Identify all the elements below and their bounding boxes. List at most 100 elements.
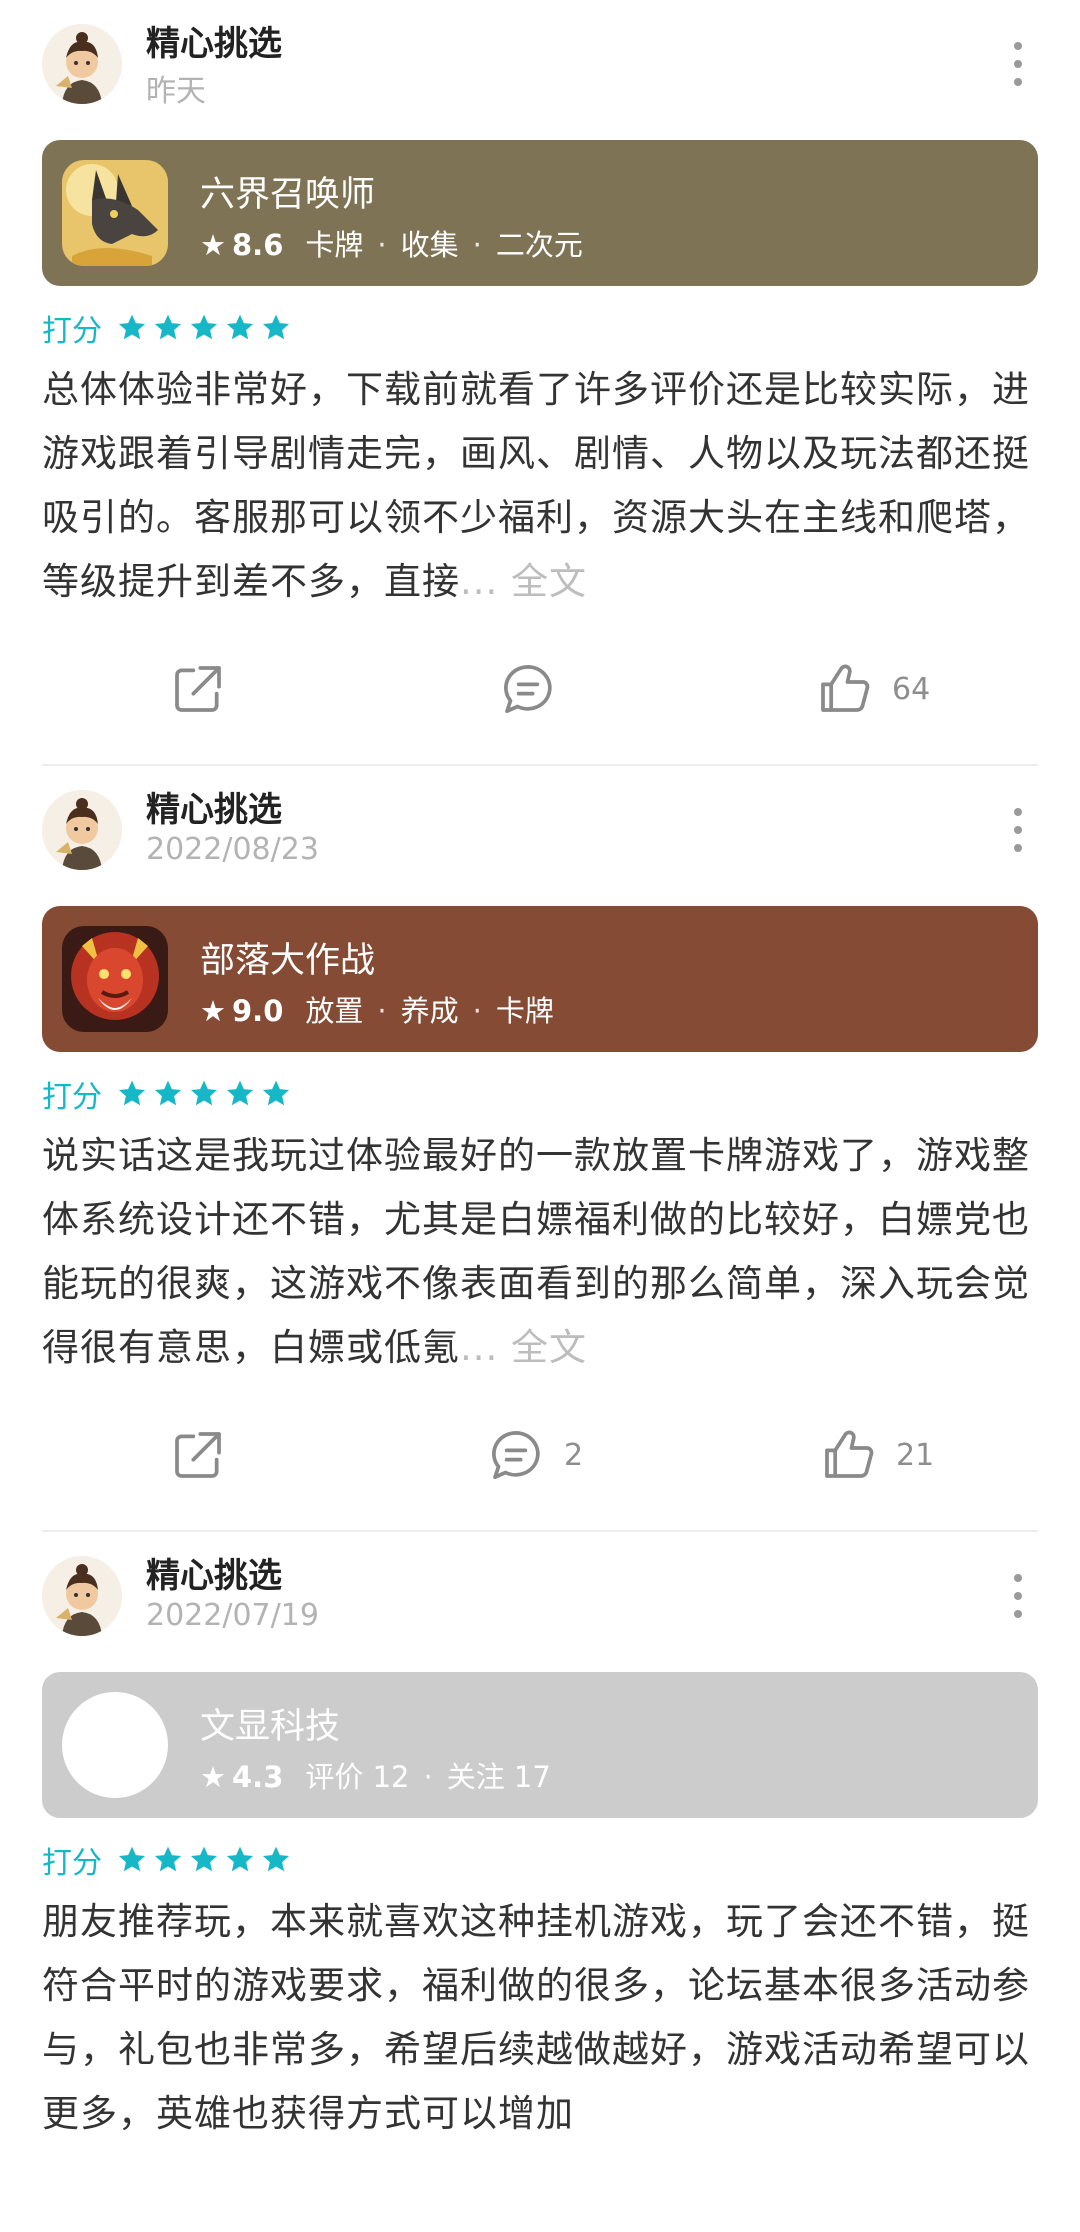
star-icon — [118, 1846, 146, 1872]
star-icon — [226, 1080, 254, 1106]
review-count: 评价 12 — [305, 1760, 410, 1794]
dot — [1014, 78, 1022, 86]
game-tag: 养成 — [400, 994, 459, 1028]
avatar[interactable] — [42, 1556, 122, 1636]
star-icon: ★ — [200, 1760, 226, 1794]
comment-button[interactable]: 2 — [488, 1426, 583, 1484]
comment-icon — [492, 1430, 540, 1480]
dot — [1014, 1574, 1022, 1582]
star-icon: ★ — [200, 994, 226, 1028]
thumbs-up-icon — [821, 664, 870, 712]
game-score: 9.0 — [232, 994, 284, 1028]
game-meta: ★ 9.0 放置 · 养成 · 卡牌 — [200, 988, 554, 1030]
post-date: 2022/07/19 — [146, 1598, 319, 1633]
star-icon: ★ — [200, 228, 226, 262]
review-content[interactable]: 总体体验非常好，下载前就看了许多评价还是比较实际，进游戏跟着引导剧情走完，画风、… — [42, 358, 1038, 614]
rating-label: 打分 — [42, 314, 102, 349]
dot — [1014, 808, 1022, 816]
star-icon — [118, 1080, 146, 1106]
post-date: 2022/08/23 — [146, 832, 319, 867]
game-meta: ★ 8.6 卡牌 · 收集 · 二次元 — [200, 222, 583, 264]
more-options-button[interactable] — [1012, 1574, 1024, 1618]
developer-score: 4.3 — [232, 1760, 284, 1794]
review-text: 朋友推荐玩，本来就喜欢这种挂机游戏，玩了会还不错，挺符合平时的游戏要求，福利做的… — [42, 1900, 1030, 2135]
more-options-button[interactable] — [1012, 808, 1024, 852]
review-feed: 精心挑选 昨天 六界召唤师 ★ 8.6 卡牌 · 收集 · 二次元 打分 总体体… — [0, 0, 1080, 2146]
like-count: 21 — [896, 1437, 935, 1473]
dot — [1014, 1592, 1022, 1600]
share-icon — [175, 666, 221, 712]
rating-stars — [116, 1078, 296, 1110]
avatar-character-icon — [42, 1556, 122, 1636]
comment-button[interactable] — [500, 660, 576, 718]
review-post: 精心挑选 2022/07/19 文显科技 ★ 4.3 评价 12 · 关注 17 打分 — [0, 1532, 1080, 2146]
star-icon — [226, 314, 254, 340]
star-icon — [154, 1080, 182, 1106]
rating-stars — [116, 312, 296, 344]
share-button[interactable] — [170, 660, 226, 718]
read-more-link[interactable]: ... 全文 — [460, 560, 587, 603]
rating: 打分 — [42, 1074, 1080, 1115]
game-tag: 卡牌 — [305, 228, 364, 262]
game-tag: 卡牌 — [495, 994, 554, 1028]
comment-icon — [504, 664, 552, 714]
author-name[interactable]: 精心挑选 — [146, 782, 282, 831]
post-header: 精心挑选 2022/07/19 — [0, 1532, 1080, 1672]
rating-label: 打分 — [42, 1846, 102, 1881]
star-icon — [262, 1846, 290, 1872]
star-icon — [226, 1846, 254, 1872]
blank-circle-icon — [62, 1692, 168, 1798]
more-options-button[interactable] — [1012, 42, 1024, 86]
warrior-face-icon — [62, 926, 168, 1032]
review-content[interactable]: 说实话这是我玩过体验最好的一款放置卡牌游戏了，游戏整体系统设计还不错，尤其是白嫖… — [42, 1124, 1038, 1380]
dot — [1014, 60, 1022, 68]
dot — [1014, 1610, 1022, 1618]
like-button[interactable]: 21 — [820, 1426, 934, 1484]
thumbs-up-icon — [825, 1430, 874, 1478]
star-icon — [190, 1080, 218, 1106]
action-bar: 64 — [0, 634, 1080, 744]
star-icon — [154, 314, 182, 340]
star-icon — [190, 314, 218, 340]
game-card[interactable]: 部落大作战 ★ 9.0 放置 · 养成 · 卡牌 — [42, 906, 1038, 1052]
tag-separator: · — [377, 228, 387, 262]
game-score: 8.6 — [232, 228, 284, 262]
author-name[interactable]: 精心挑选 — [146, 1548, 282, 1597]
rating-stars — [116, 1844, 296, 1876]
share-button[interactable] — [170, 1426, 226, 1484]
game-name: 部落大作战 — [200, 941, 376, 981]
game-name: 六界召唤师 — [200, 175, 376, 215]
review-post: 精心挑选 昨天 六界召唤师 ★ 8.6 卡牌 · 收集 · 二次元 打分 总体体… — [0, 0, 1080, 766]
like-count: 64 — [892, 671, 931, 707]
comment-count: 2 — [564, 1437, 584, 1473]
rating: 打分 — [42, 1840, 1080, 1881]
author-name[interactable]: 精心挑选 — [146, 16, 282, 65]
tag-separator: · — [472, 994, 482, 1028]
game-tag: 放置 — [305, 994, 364, 1028]
avatar[interactable] — [42, 790, 122, 870]
review-content[interactable]: 朋友推荐玩，本来就喜欢这种挂机游戏，玩了会还不错，挺符合平时的游戏要求，福利做的… — [42, 1890, 1038, 2146]
game-tag: 二次元 — [495, 228, 583, 262]
like-button[interactable]: 64 — [816, 660, 930, 718]
developer-card[interactable]: 文显科技 ★ 4.3 评价 12 · 关注 17 — [42, 1672, 1038, 1818]
dot — [1014, 826, 1022, 834]
post-header: 精心挑选 昨天 — [0, 0, 1080, 140]
tag-separator: · — [377, 994, 387, 1028]
dot — [1014, 42, 1022, 50]
rating: 打分 — [42, 308, 1080, 349]
avatar-character-icon — [42, 24, 122, 104]
star-icon — [262, 314, 290, 340]
star-icon — [118, 314, 146, 340]
tag-separator: · — [423, 1760, 433, 1794]
read-more-link[interactable]: ... 全文 — [460, 1326, 587, 1369]
developer-meta: ★ 4.3 评价 12 · 关注 17 — [200, 1754, 551, 1796]
dot — [1014, 844, 1022, 852]
star-icon — [262, 1080, 290, 1106]
game-card[interactable]: 六界召唤师 ★ 8.6 卡牌 · 收集 · 二次元 — [42, 140, 1038, 286]
avatar-character-icon — [42, 790, 122, 870]
avatar[interactable] — [42, 24, 122, 104]
game-tag: 收集 — [400, 228, 459, 262]
follower-count: 关注 17 — [446, 1760, 551, 1794]
action-bar: 2 21 — [0, 1400, 1080, 1510]
review-post: 精心挑选 2022/08/23 部落大作战 ★ 9.0 放置 · 养成 · 卡牌… — [0, 766, 1080, 1532]
